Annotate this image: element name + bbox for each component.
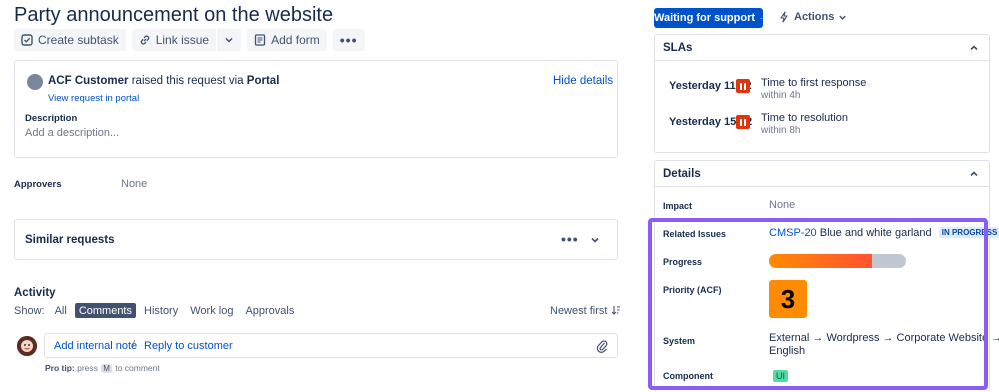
highlight-box [648, 218, 988, 390]
sla-name: Time to first response [761, 77, 867, 89]
similar-requests-panel[interactable]: Similar requests ••• [14, 219, 618, 260]
filter-all[interactable]: All [51, 303, 71, 318]
chevron-down-icon [760, 17, 763, 19]
paperclip-icon[interactable] [596, 339, 608, 353]
add-form-button[interactable]: Add form [247, 29, 327, 51]
similar-requests-label: Similar requests [25, 234, 115, 246]
link-issue-button[interactable]: Link issue [131, 29, 217, 51]
chevron-down-icon[interactable] [589, 234, 601, 246]
chevron-down-icon [839, 15, 847, 20]
page-title: Party announcement on the website [14, 4, 334, 26]
pro-tip-press: press [77, 363, 98, 373]
request-channel: Portal [246, 75, 280, 87]
add-internal-note-button[interactable]: Add internal note [54, 340, 137, 352]
status-transition-button[interactable]: Waiting for support [654, 8, 763, 28]
status-label: Waiting for support [654, 12, 756, 24]
filter-approvals[interactable]: Approvals [241, 303, 298, 318]
requester-avatar [27, 74, 43, 90]
approvers-label: Approvers [14, 179, 62, 190]
actions-label: Actions [794, 11, 835, 23]
user-face-icon [17, 336, 37, 356]
comment-box[interactable]: Add internal note / Reply to customer [44, 333, 618, 358]
link-issue-dropdown-button[interactable] [217, 29, 242, 51]
slas-panel: SLAs Yesterday 11:02 Time to first respo… [654, 34, 990, 153]
chevron-up-icon[interactable] [969, 43, 979, 53]
activity-heading: Activity [14, 287, 56, 299]
raised-text: raised this request via [131, 75, 244, 87]
impact-value[interactable]: None [769, 199, 795, 211]
sla-target: within 4h [761, 90, 801, 101]
sort-order-button[interactable]: Newest first [550, 305, 621, 317]
pause-icon [736, 79, 750, 93]
comment-separator: / [132, 339, 136, 351]
chevron-down-icon [225, 37, 233, 43]
description-label: Description [25, 113, 78, 124]
approvers-value[interactable]: None [121, 178, 147, 190]
request-details-card: ACF Customer raised this request via Por… [14, 60, 618, 158]
details-panel-header[interactable]: Details [655, 161, 989, 187]
show-label: Show: [14, 304, 45, 317]
more-actions-button[interactable]: ••• [332, 29, 365, 51]
filter-history[interactable]: History [140, 303, 182, 318]
similar-more-button[interactable]: ••• [561, 231, 579, 247]
slas-title: SLAs [663, 42, 693, 54]
sort-order-label: Newest first [550, 305, 608, 317]
impact-label: Impact [663, 201, 693, 211]
form-icon [254, 34, 266, 46]
pro-tip: Pro tip: press M to comment [45, 363, 160, 373]
reply-to-customer-button[interactable]: Reply to customer [144, 340, 233, 352]
add-form-label: Add form [271, 33, 320, 47]
shortcut-key: M [101, 364, 112, 373]
raised-by-line: ACF Customer raised this request via Por… [48, 75, 279, 87]
description-field[interactable]: Add a description... [25, 127, 119, 139]
link-issue-split-button: Link issue [131, 29, 242, 51]
requester-name[interactable]: ACF Customer [48, 75, 129, 87]
issue-toolbar: Create subtask Link issue Add form ••• [14, 29, 365, 51]
filter-comments[interactable]: Comments [74, 303, 136, 318]
hide-details-link[interactable]: Hide details [553, 75, 613, 87]
create-subtask-label: Create subtask [38, 33, 119, 47]
pro-tip-suffix: to comment [115, 363, 160, 373]
details-title: Details [663, 168, 701, 180]
sort-icon [611, 306, 620, 315]
current-user-avatar [17, 336, 37, 356]
sla-name: Time to resolution [761, 112, 849, 124]
view-request-link[interactable]: View request in portal [48, 93, 139, 104]
subtask-icon [21, 34, 33, 46]
sla-target: within 8h [761, 125, 801, 136]
slas-panel-header[interactable]: SLAs [655, 35, 989, 61]
actions-menu-button[interactable]: Actions [778, 11, 847, 23]
activity-filter-bar: Show: All Comments History Work log Appr… [14, 303, 298, 318]
lightning-icon [780, 11, 788, 23]
pause-icon [736, 115, 750, 129]
create-subtask-button[interactable]: Create subtask [14, 29, 126, 51]
link-issue-label: Link issue [155, 33, 210, 47]
filter-work-log[interactable]: Work log [186, 303, 237, 318]
pro-tip-prefix: Pro tip: [45, 363, 75, 373]
link-icon [140, 35, 149, 45]
chevron-up-icon[interactable] [969, 169, 979, 179]
